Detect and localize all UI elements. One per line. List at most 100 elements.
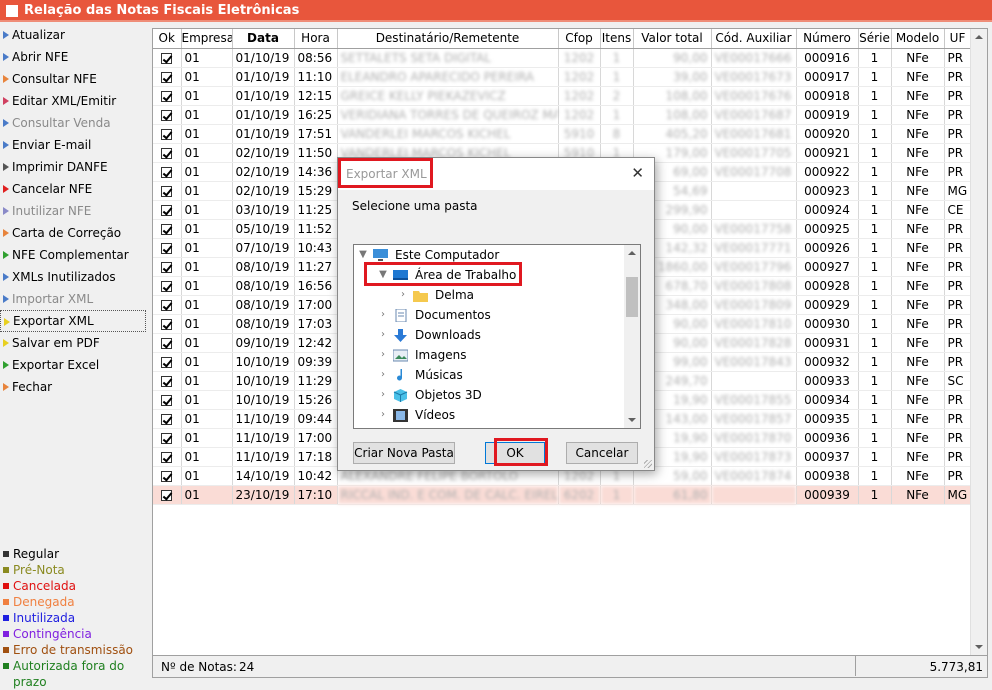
close-icon[interactable]: ✕ (631, 164, 644, 182)
collapsed-arrow-icon[interactable]: › (377, 305, 389, 325)
menu-item-import-xml[interactable]: Importar XML (0, 288, 150, 310)
cell-aux: VE00017809 (711, 295, 797, 315)
table-row[interactable]: 01 01/10/19 17:51 VANDERLEI MARCOS KICHEL 59… (153, 124, 972, 144)
collapsed-arrow-icon[interactable]: › (397, 285, 409, 305)
column-header[interactable]: Hora (294, 29, 338, 49)
cell-modelo: NFe (891, 314, 945, 334)
menu-item-open-nfe[interactable]: Abrir NFE (0, 46, 150, 68)
column-header[interactable]: Série (858, 29, 892, 49)
expanded-arrow-icon[interactable]: ▼ (377, 265, 389, 285)
row-checkbox[interactable] (161, 242, 173, 254)
row-checkbox[interactable] (161, 356, 173, 368)
row-checkbox[interactable] (161, 128, 173, 140)
menu-item-disabled-xmls[interactable]: XMLs Inutilizados (0, 266, 150, 288)
cancel-button[interactable]: Cancelar (566, 442, 638, 464)
menu-item-correction-letter[interactable]: Carta de Correção (0, 222, 150, 244)
menu-item-label: Abrir NFE (12, 50, 69, 64)
cell-serie: 1 (858, 143, 892, 163)
column-header[interactable]: UF (944, 29, 972, 49)
cell-numero: 000934 (796, 390, 859, 410)
table-row[interactable]: 01 01/10/19 11:10 ELEANDRO APARECIDO PEREIR… (153, 67, 972, 87)
scroll-down-icon[interactable] (975, 645, 983, 649)
row-checkbox[interactable] (161, 71, 173, 83)
collapsed-arrow-icon[interactable]: › (377, 405, 389, 425)
column-header[interactable]: Destinatário/Remetente (337, 29, 559, 49)
row-checkbox[interactable] (161, 413, 173, 425)
tree-scroll-thumb[interactable] (626, 277, 638, 317)
row-checkbox[interactable] (161, 185, 173, 197)
row-checkbox[interactable] (161, 280, 173, 292)
menu-item-label: Cancelar NFE (12, 182, 93, 196)
cell-data: 08/10/19 (232, 257, 295, 277)
row-checkbox[interactable] (161, 261, 173, 273)
column-header[interactable]: Número (796, 29, 859, 49)
menu-item-export-excel[interactable]: Exportar Excel (0, 354, 150, 376)
menu-item-complementary-nfe[interactable]: NFE Complementar (0, 244, 150, 266)
scroll-up-icon[interactable] (975, 35, 983, 39)
menu-item-refresh[interactable]: Atualizar (0, 24, 150, 46)
tree-scroll-up-icon[interactable] (628, 251, 636, 255)
new-folder-button[interactable]: Criar Nova Pasta (353, 442, 455, 464)
row-checkbox[interactable] (161, 223, 173, 235)
legend-label: Denegada (13, 595, 75, 609)
legend-item: Denegada (0, 594, 150, 610)
menu-arrow-icon (3, 185, 9, 193)
row-checkbox[interactable] (161, 109, 173, 121)
collapsed-arrow-icon[interactable]: › (377, 345, 389, 365)
column-header[interactable]: Ok (153, 29, 182, 49)
menu-item-save-pdf[interactable]: Salvar em PDF (0, 332, 150, 354)
cell-ok (153, 67, 182, 87)
ok-button[interactable]: OK (485, 442, 545, 464)
table-row[interactable]: 01 01/10/19 12:15 GREICE KELLY PIEKAZEVICZ 1… (153, 86, 972, 106)
menu-item-export-xml[interactable]: Exportar XML (0, 310, 146, 332)
cell-uf: PR (944, 390, 972, 410)
menu-item-consult-nfe[interactable]: Consultar NFE (0, 68, 150, 90)
cell-uf: PR (944, 314, 972, 334)
cell-valor: 108,00 (633, 105, 712, 125)
menu-item-consult-sale[interactable]: Consultar Venda (0, 112, 150, 134)
menu-item-print-danfe[interactable]: Imprimir DANFE (0, 156, 150, 178)
tree-scrollbar[interactable] (624, 245, 640, 428)
column-header[interactable]: Empresa (181, 29, 233, 49)
grid-scrollbar[interactable] (970, 29, 987, 655)
row-checkbox[interactable] (161, 470, 173, 482)
column-header[interactable]: Modelo (891, 29, 945, 49)
collapsed-arrow-icon[interactable]: › (377, 365, 389, 385)
menu-item-edit-xml[interactable]: Editar XML/Emitir (0, 90, 150, 112)
column-header[interactable]: Valor total (633, 29, 712, 49)
menu-item-disable-nfe[interactable]: Inutilizar NFE (0, 200, 150, 222)
tree-node-label: Downloads (415, 328, 481, 342)
row-checkbox[interactable] (161, 489, 173, 501)
menu-item-close[interactable]: Fechar (0, 376, 150, 398)
row-checkbox[interactable] (161, 432, 173, 444)
row-checkbox[interactable] (161, 147, 173, 159)
resize-grip-icon[interactable] (644, 460, 652, 468)
row-checkbox[interactable] (161, 90, 173, 102)
row-checkbox[interactable] (161, 318, 173, 330)
cell-serie: 1 (858, 86, 892, 106)
table-row[interactable]: 01 01/10/19 08:56 SETTALETS SETA DIGITAL 120… (153, 48, 972, 68)
column-header[interactable]: Cfop (558, 29, 601, 49)
row-checkbox[interactable] (161, 451, 173, 463)
column-header[interactable]: Itens (600, 29, 634, 49)
cell-serie: 1 (858, 105, 892, 125)
tree-scroll-down-icon[interactable] (628, 418, 636, 422)
expanded-arrow-icon[interactable]: ▼ (357, 245, 369, 265)
table-row[interactable]: 01 23/10/19 17:10 RICCAL IND. E COM. DE CAL… (153, 485, 972, 505)
row-checkbox[interactable] (161, 166, 173, 178)
menu-item-cancel-nfe[interactable]: Cancelar NFE (0, 178, 150, 200)
menu-item-send-email[interactable]: Enviar E-mail (0, 134, 150, 156)
row-checkbox[interactable] (161, 52, 173, 64)
cell-serie: 1 (858, 295, 892, 315)
collapsed-arrow-icon[interactable]: › (377, 325, 389, 345)
table-row[interactable]: 01 01/10/19 16:25 VERIDIANA TORRES DE QUEIR… (153, 105, 972, 125)
column-header[interactable]: Data (232, 29, 295, 49)
collapsed-arrow-icon[interactable]: › (377, 385, 389, 405)
row-checkbox[interactable] (161, 337, 173, 349)
cell-modelo: NFe (891, 181, 945, 201)
row-checkbox[interactable] (161, 299, 173, 311)
row-checkbox[interactable] (161, 394, 173, 406)
row-checkbox[interactable] (161, 375, 173, 387)
row-checkbox[interactable] (161, 204, 173, 216)
column-header[interactable]: Cód. Auxiliar (711, 29, 797, 49)
